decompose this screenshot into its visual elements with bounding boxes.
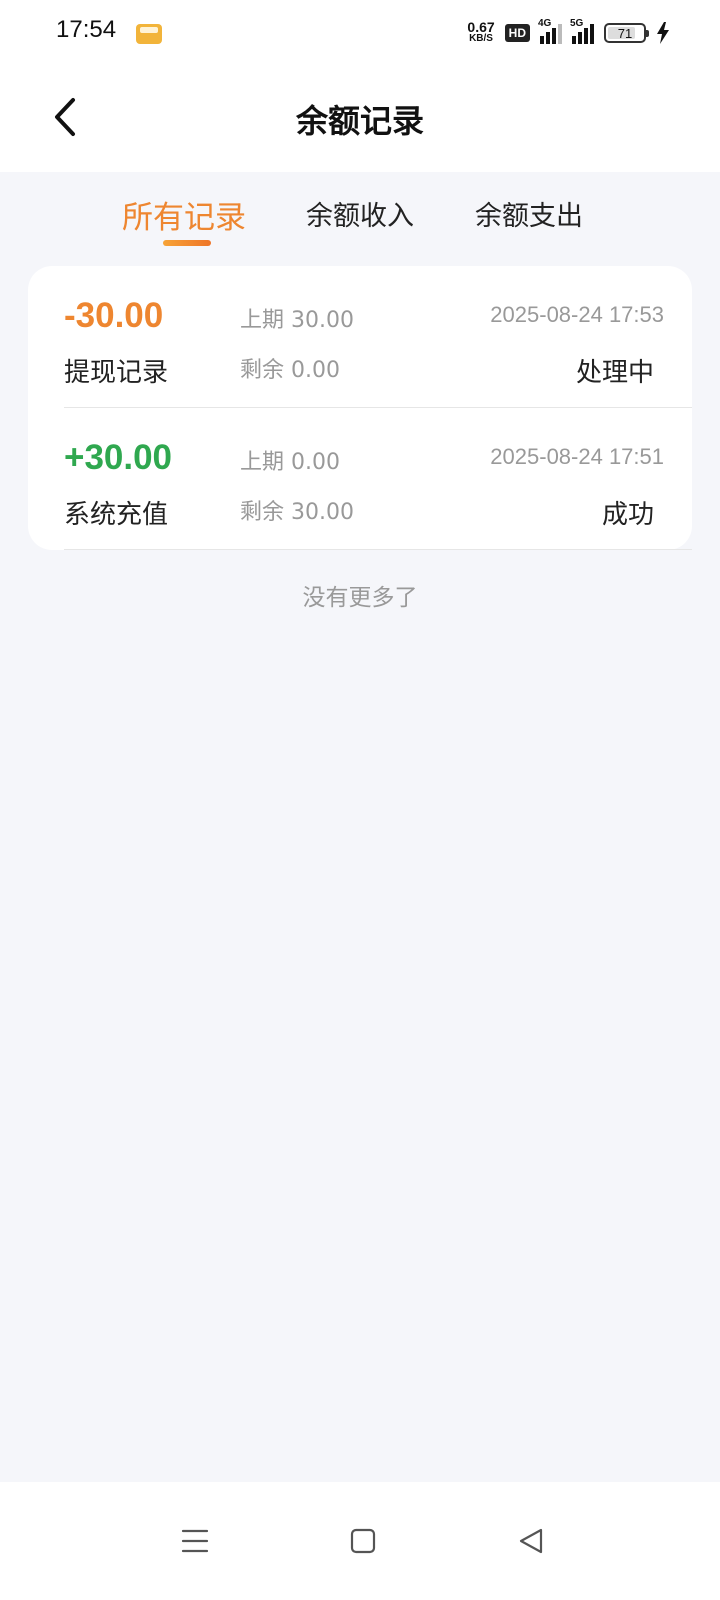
- menu-button[interactable]: [170, 1516, 220, 1566]
- battery-icon: 71: [604, 23, 649, 43]
- back-triangle-icon: [519, 1528, 543, 1554]
- status-bar: 17:54 0.67 KB/S HD 4G 5G 71: [0, 0, 720, 64]
- record-amount: -30.00: [64, 296, 164, 335]
- app-notification-icon: [136, 24, 162, 44]
- network-speed-value: 0.67: [467, 19, 495, 35]
- home-button[interactable]: [338, 1516, 388, 1566]
- battery-level: 71: [617, 25, 633, 41]
- menu-icon: [181, 1529, 209, 1553]
- record-time: 2025-08-24 17:53: [490, 302, 664, 327]
- record-tabs: 所有记录 余额收入 余额支出: [0, 172, 720, 252]
- navigation-bar: 余额记录: [0, 64, 720, 172]
- network-speed-unit: KB/S: [469, 33, 493, 44]
- home-icon: [350, 1528, 376, 1554]
- divider: [64, 549, 692, 550]
- balance-records-page: 17:54 0.67 KB/S HD 4G 5G 71 余额记录 所有记录 余额…: [0, 0, 720, 1600]
- records-list: -30.00 提现记录 上期 30.00 剩余 0.00 2025-08-24 …: [28, 266, 692, 550]
- record-type: 系统充值: [64, 500, 169, 530]
- signal-5g-icon: 5G: [570, 18, 594, 44]
- status-icons: 0.67 KB/S HD 4G 5G 71: [467, 18, 670, 48]
- record-remaining-balance: 剩余 30.00: [240, 500, 354, 525]
- record-previous-balance: 上期 0.00: [240, 450, 340, 475]
- system-navigation-bar: [0, 1482, 720, 1600]
- record-type: 提现记录: [64, 358, 169, 388]
- network-speed: 0.67 KB/S: [467, 19, 495, 45]
- tab-balance-income[interactable]: 余额收入: [306, 194, 414, 233]
- signal-5g-label: 5G: [570, 18, 584, 29]
- record-amount: +30.00: [64, 438, 173, 477]
- tab-all-records[interactable]: 所有记录: [122, 192, 246, 237]
- system-back-button[interactable]: [506, 1516, 556, 1566]
- record-time: 2025-08-24 17:51: [490, 444, 664, 469]
- no-more-text: 没有更多了: [302, 585, 418, 611]
- charging-bolt-icon: [657, 22, 669, 44]
- hd-voice-icon: HD: [504, 24, 530, 42]
- tab-balance-expense[interactable]: 余额支出: [475, 194, 583, 233]
- page-title: 余额记录: [295, 102, 424, 140]
- record-status: 成功: [601, 500, 654, 530]
- status-time: 17:54: [56, 16, 117, 43]
- active-tab-indicator: [163, 240, 211, 246]
- record-remaining-balance: 剩余 0.00: [240, 358, 340, 383]
- signal-4g-icon: 4G: [538, 18, 562, 44]
- record-previous-balance: 上期 30.00: [240, 308, 354, 333]
- list-item[interactable]: -30.00 提现记录 上期 30.00 剩余 0.00 2025-08-24 …: [28, 266, 692, 408]
- list-item[interactable]: +30.00 系统充值 上期 0.00 剩余 30.00 2025-08-24 …: [28, 408, 692, 550]
- signal-4g-label: 4G: [538, 18, 552, 29]
- record-status: 处理中: [575, 358, 654, 388]
